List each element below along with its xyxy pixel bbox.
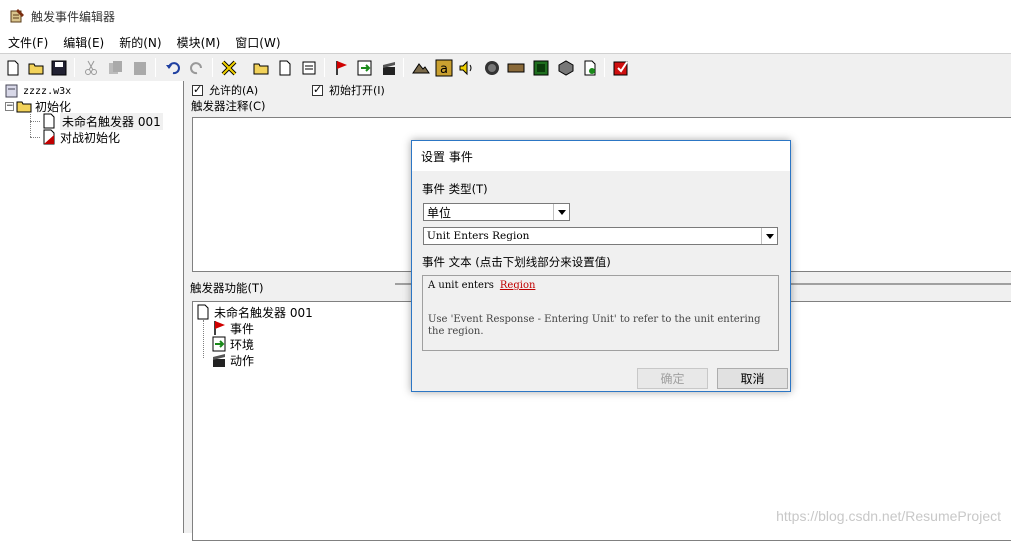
tree-connector [30,121,40,122]
event-text-box: A unit enters Region Use 'Event Response… [422,275,779,351]
event-type-label: 事件 类型(T) [422,182,488,196]
new-category-folder-icon[interactable] [250,57,271,78]
test-map-red-icon[interactable] [610,57,631,78]
new-action-icon[interactable] [378,57,399,78]
sound-editor-icon[interactable] [456,57,477,78]
redo-icon[interactable] [186,57,207,78]
conditions-node[interactable]: 环境 [211,336,254,352]
toolbar-separator [74,58,75,77]
new-condition-icon[interactable] [354,57,375,78]
comment-label: 触发器注释(C) [191,99,266,113]
event-type-select[interactable]: 单位 [423,203,570,221]
event-text-prefix: A unit enters [428,280,494,291]
ai-editor-icon[interactable] [481,57,502,78]
events-node[interactable]: 事件 [211,320,254,336]
checkbox-check [312,83,323,96]
event-select[interactable]: Unit Enters Region [423,227,778,245]
menu-edit[interactable]: 编辑(E) [55,34,111,51]
open-folder-icon[interactable] [25,57,46,78]
event-flag-icon [214,321,225,335]
toolbar-separator [155,58,156,77]
copy-icon[interactable] [104,57,125,78]
functions-label: 触发器功能(T) [190,281,264,295]
trigger-page-icon [197,304,209,320]
tree-connector [30,137,40,138]
paste-icon[interactable] [129,57,150,78]
svg-text:a: a [440,62,448,77]
collapse-toggle[interactable]: − [5,101,14,111]
toolbar-separator [324,58,325,77]
tree-connector [203,320,204,358]
toolbar-separator [403,58,404,77]
new-comment-icon[interactable] [298,57,319,78]
new-trigger-icon[interactable] [274,57,295,78]
checkbox-check [192,83,203,96]
terrain-editor-icon[interactable] [410,57,431,78]
ok-button[interactable]: 确定 [637,368,708,389]
test-map-icon[interactable] [579,57,600,78]
scroll-quill-icon [10,9,24,23]
object-palette-icon[interactable] [555,57,576,78]
event-type-value: 单位 [427,205,452,220]
initially-on-label: 初始打开(I) [329,84,385,97]
undo-icon[interactable] [162,57,183,78]
save-disk-icon[interactable] [48,57,69,78]
conditions-label: 环境 [230,337,255,352]
event-value: Unit Enters Region [427,230,530,242]
delete-x-icon[interactable] [218,57,239,78]
menu-file[interactable]: 文件(F) [0,34,55,51]
trigger-page-icon [43,113,55,129]
enabled-label: 允许的(A) [209,84,259,97]
map-scroll-icon [5,84,18,98]
tree-connector [30,114,31,137]
tree-root-label: zzzz.w3x [23,85,72,97]
dialog-title: 设置 事件 [421,149,473,164]
functions-root-label: 未命名触发器 001 [214,305,313,320]
menu-module[interactable]: 模块(M) [169,34,228,51]
import-manager-icon[interactable] [530,57,551,78]
campaign-editor-icon[interactable] [505,57,526,78]
menu-window[interactable]: 窗口(W) [227,34,287,51]
title-bar[interactable]: 触发事件编辑器 [0,0,1011,32]
trigger-disabled-icon [43,129,55,145]
enabled-checkbox[interactable]: 允许的(A) [192,82,258,98]
tree-item-label: 对战初始化 [60,130,121,145]
event-text-label: 事件 文本 (点击下划线部分来设置值) [422,255,611,269]
menu-new[interactable]: 新的(N) [111,34,168,51]
condition-icon [212,336,226,352]
dialog-title-bar[interactable]: 设置 事件 [412,141,790,171]
object-editor-icon[interactable]: a [433,57,454,78]
tree-item-label: 未命名触发器 001 [60,112,163,130]
toolbar-separator [604,58,605,77]
watermark: https://blog.csdn.net/ResumeProject [776,508,1001,524]
menu-bar: 文件(F) 编辑(E) 新的(N) 模块(M) 窗口(W) [0,32,1011,52]
region-parameter-link[interactable]: Region [500,280,536,292]
cut-icon[interactable] [80,57,101,78]
actions-node[interactable]: 动作 [211,352,254,368]
tree-item-melee-init[interactable]: 对战初始化 [41,129,120,145]
events-label: 事件 [230,321,255,336]
window-title: 触发事件编辑器 [31,9,116,24]
chevron-down-icon[interactable] [761,228,777,244]
set-event-dialog: 设置 事件 事件 类型(T) 单位 Unit Enters Region 事件 … [411,140,791,392]
actions-label: 动作 [230,353,255,368]
trigger-tree-pane[interactable]: zzzz.w3x − 初始化 未命名触发器 001 对战初始化 [0,81,184,533]
new-document-icon[interactable] [2,57,23,78]
tree-item-trigger-001[interactable]: 未命名触发器 001 [41,112,163,130]
functions-root[interactable]: 未命名触发器 001 [195,304,313,320]
chevron-down-icon[interactable] [553,204,569,220]
toolbar-separator [212,58,213,77]
cancel-button[interactable]: 取消 [717,368,788,389]
initially-on-checkbox[interactable]: 初始打开(I) [312,82,385,98]
event-text-hint: Use 'Event Response - Entering Unit' to … [428,314,761,337]
new-event-flag-icon[interactable] [330,57,351,78]
folder-open-icon [16,101,32,113]
action-clapper-icon [213,354,225,367]
toolbar: a [0,53,1011,81]
